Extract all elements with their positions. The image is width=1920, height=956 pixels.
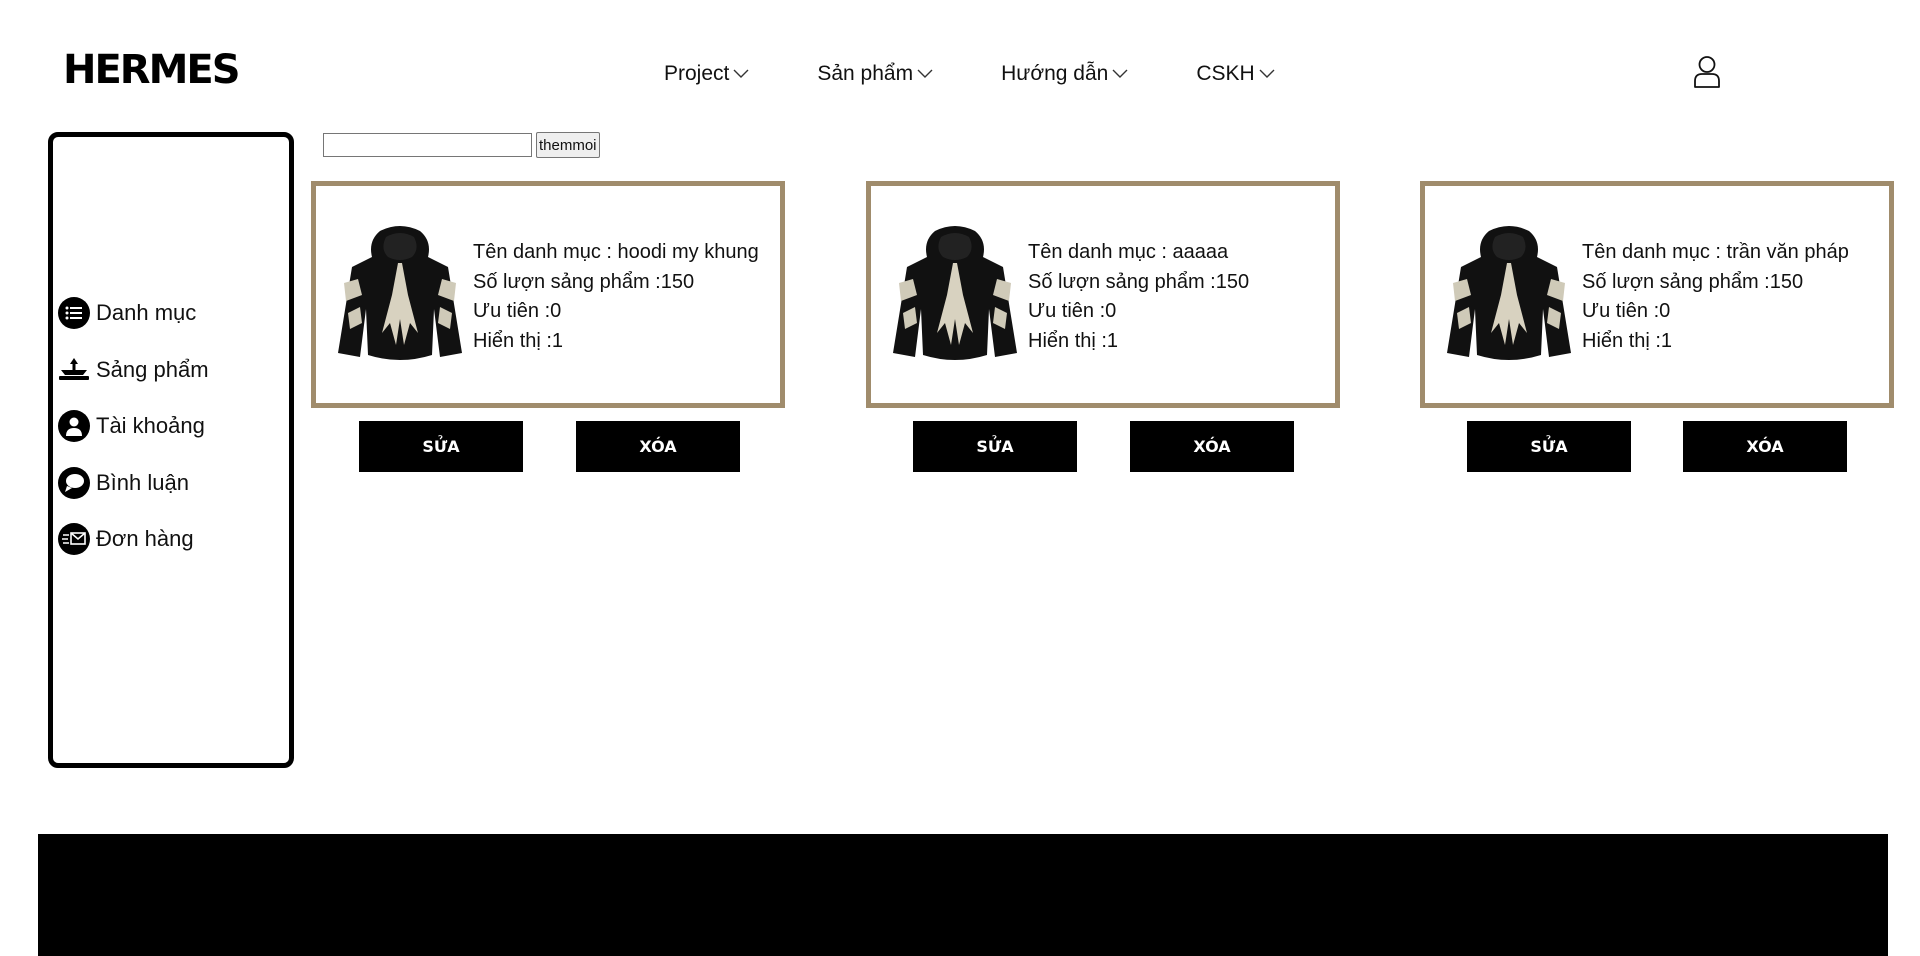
comment-icon bbox=[58, 467, 90, 499]
nav-item-cskh[interactable]: CSKH bbox=[1196, 60, 1275, 88]
card-info: Tên danh mục : aaaaa Số lượn sảng phẩm :… bbox=[1028, 238, 1249, 356]
footer bbox=[38, 834, 1888, 956]
sidebar-item-orders[interactable]: Đơn hàng bbox=[58, 523, 194, 555]
edit-button[interactable]: SỬA bbox=[1467, 421, 1631, 472]
product-quantity: Số lượn sảng phẩm :150 bbox=[1028, 270, 1250, 293]
user-icon bbox=[58, 410, 90, 442]
category-card: Tên danh mục : hoodi my khung Số lượn sả… bbox=[311, 181, 785, 408]
sidebar-item-categories[interactable]: Danh mục bbox=[58, 297, 196, 329]
category-name: Tên danh mục : aaaaa bbox=[1028, 241, 1229, 263]
chevron-down-icon bbox=[1112, 69, 1128, 79]
category-name: Tên danh mục : hoodi my khung bbox=[473, 241, 759, 263]
nav-item-label: Hướng dẫn bbox=[1001, 62, 1109, 85]
edit-button[interactable]: SỬA bbox=[913, 421, 1077, 472]
nav-item-guide[interactable]: Hướng dẫn bbox=[1001, 60, 1128, 88]
nav-item-products[interactable]: Sản phẩm bbox=[817, 60, 933, 88]
chevron-down-icon bbox=[917, 69, 933, 79]
sidebar-item-label: Bình luận bbox=[96, 470, 189, 495]
sidebar-item-label: Danh mục bbox=[96, 300, 197, 325]
add-new-button[interactable]: themmoi bbox=[536, 132, 600, 158]
display-value: Hiển thị :1 bbox=[1028, 329, 1119, 352]
display-value: Hiển thị :1 bbox=[473, 329, 564, 352]
nav-item-project[interactable]: Project bbox=[664, 60, 749, 88]
category-name: Tên danh mục : trần văn pháp bbox=[1582, 241, 1849, 263]
sidebar-item-label: Sảng phẩm bbox=[96, 357, 209, 382]
priority-value: Ưu tiên :0 bbox=[1582, 300, 1671, 322]
card-info: Tên danh mục : trần văn pháp Số lượn sản… bbox=[1582, 238, 1849, 356]
edit-button[interactable]: SỬA bbox=[359, 421, 523, 472]
delete-button[interactable]: XÓA bbox=[1130, 421, 1294, 472]
sidebar-item-accounts[interactable]: Tài khoảng bbox=[58, 410, 205, 442]
display-value: Hiển thị :1 bbox=[1582, 329, 1673, 352]
category-card: Tên danh mục : trần văn pháp Số lượn sản… bbox=[1420, 181, 1894, 408]
product-quantity: Số lượn sảng phẩm :150 bbox=[473, 270, 695, 293]
brand-logo[interactable]: HERMES bbox=[63, 46, 241, 94]
sidebar-item-comments[interactable]: Bình luận bbox=[58, 467, 189, 499]
delete-button[interactable]: XÓA bbox=[576, 421, 740, 472]
mail-icon bbox=[58, 523, 90, 555]
sidebar-item-label: Tài khoảng bbox=[96, 413, 205, 438]
priority-value: Ưu tiên :0 bbox=[473, 300, 562, 322]
sidebar: Danh mục Sảng phẩm Tài khoảng Bình luận … bbox=[48, 132, 294, 768]
list-icon bbox=[58, 297, 90, 329]
sidebar-item-label: Đơn hàng bbox=[96, 526, 194, 551]
nav-item-label: Sản phẩm bbox=[817, 62, 914, 85]
hoodie-image bbox=[338, 226, 462, 360]
priority-value: Ưu tiên :0 bbox=[1028, 300, 1117, 322]
user-account-icon[interactable] bbox=[1693, 55, 1721, 89]
category-card: Tên danh mục : aaaaa Số lượn sảng phẩm :… bbox=[866, 181, 1340, 408]
nav-item-label: Project bbox=[664, 62, 730, 85]
delete-button[interactable]: XÓA bbox=[1683, 421, 1847, 472]
sidebar-item-products[interactable]: Sảng phẩm bbox=[58, 354, 209, 386]
product-quantity: Số lượn sảng phẩm :150 bbox=[1582, 270, 1804, 293]
chevron-down-icon bbox=[1259, 69, 1275, 79]
hoodie-image bbox=[1447, 226, 1571, 360]
product-icon bbox=[58, 354, 90, 386]
hoodie-image bbox=[893, 226, 1017, 360]
nav-item-label: CSKH bbox=[1196, 62, 1255, 85]
chevron-down-icon bbox=[733, 69, 749, 79]
search-input[interactable] bbox=[323, 133, 532, 157]
main-nav: Project Sản phẩm Hướng dẫn CSKH bbox=[664, 60, 1343, 88]
card-info: Tên danh mục : hoodi my khung Số lượn sả… bbox=[473, 238, 759, 356]
